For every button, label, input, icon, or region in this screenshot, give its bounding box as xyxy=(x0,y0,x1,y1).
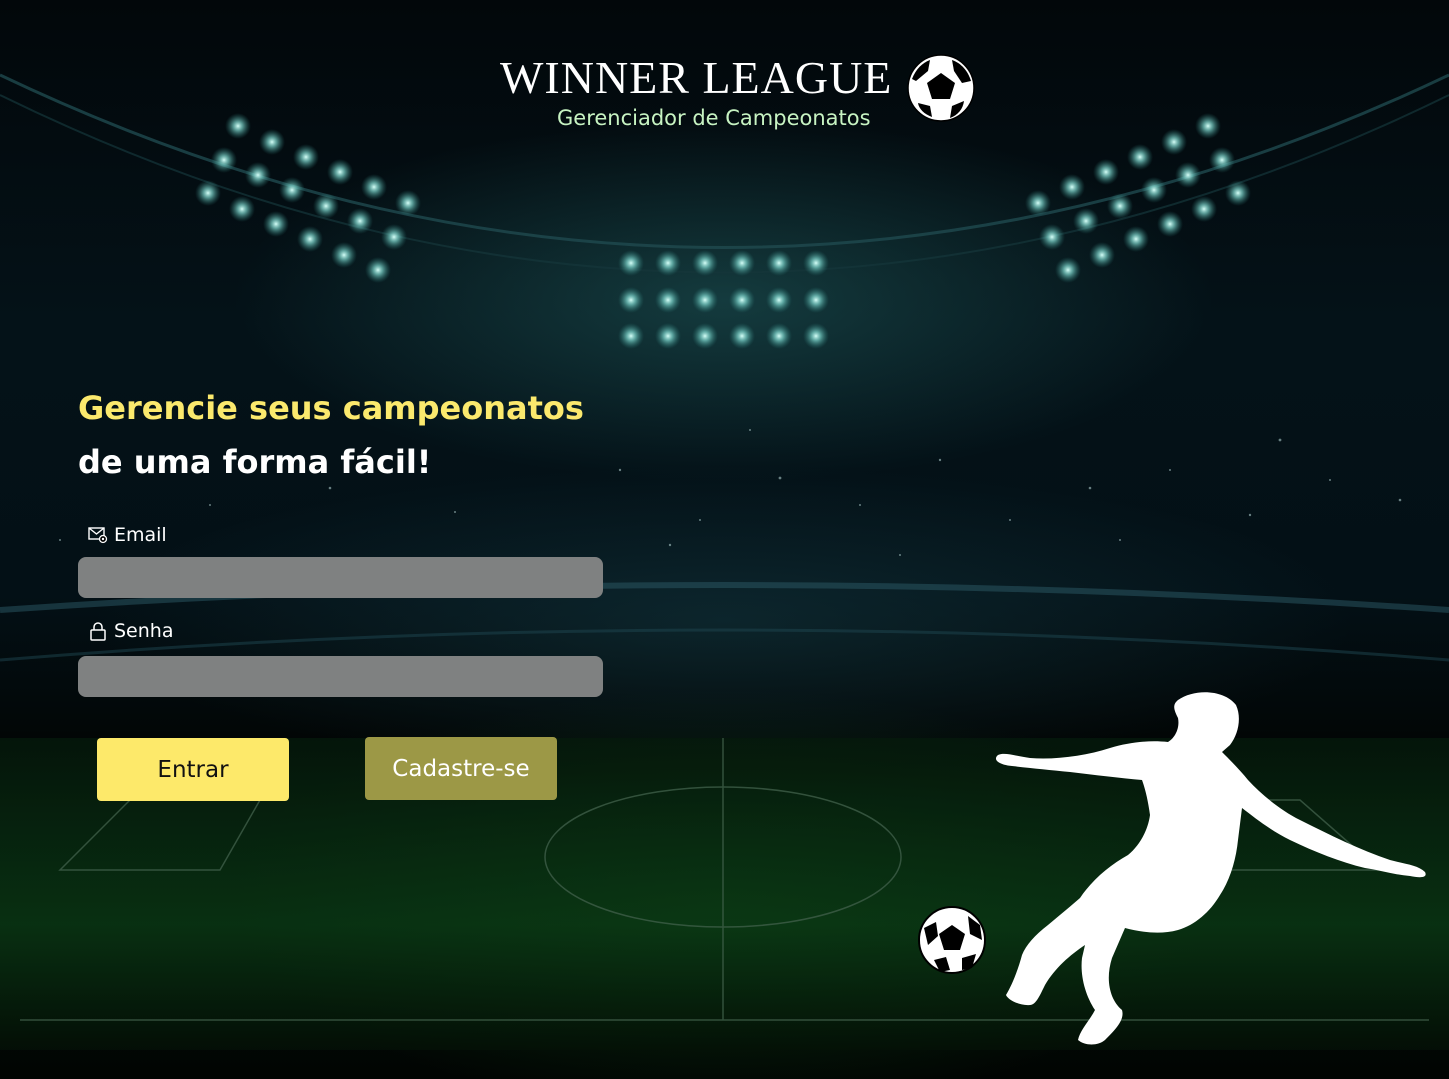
login-button[interactable]: Entrar xyxy=(97,738,289,801)
password-label-text: Senha xyxy=(114,620,174,642)
app-title: WINNER LEAGUE xyxy=(500,52,893,103)
hero-headline: de uma forma fácil! xyxy=(78,443,432,481)
hero-headline-highlight: Gerencie seus campeonatos xyxy=(78,389,584,427)
stadium-illustration xyxy=(0,73,1449,1050)
lock-icon xyxy=(90,622,106,641)
floodlights-left xyxy=(195,113,421,283)
floodlights-center xyxy=(618,250,829,349)
email-label: Email xyxy=(88,524,167,546)
floodlights-right xyxy=(1025,113,1251,283)
password-label: Senha xyxy=(88,620,173,642)
pitch-ball-icon xyxy=(918,906,986,974)
app-subtitle: Gerenciador de Campeonatos xyxy=(557,106,871,130)
password-input[interactable] xyxy=(78,656,603,697)
signup-button[interactable]: Cadastre-se xyxy=(365,737,557,800)
stadium-background: WINNER LEAGUE Gerenciador de Campeonatos… xyxy=(0,0,1449,1079)
email-input[interactable] xyxy=(78,557,603,598)
soccer-ball-icon xyxy=(907,54,975,122)
email-label-text: Email xyxy=(114,524,167,546)
email-icon xyxy=(88,527,108,544)
